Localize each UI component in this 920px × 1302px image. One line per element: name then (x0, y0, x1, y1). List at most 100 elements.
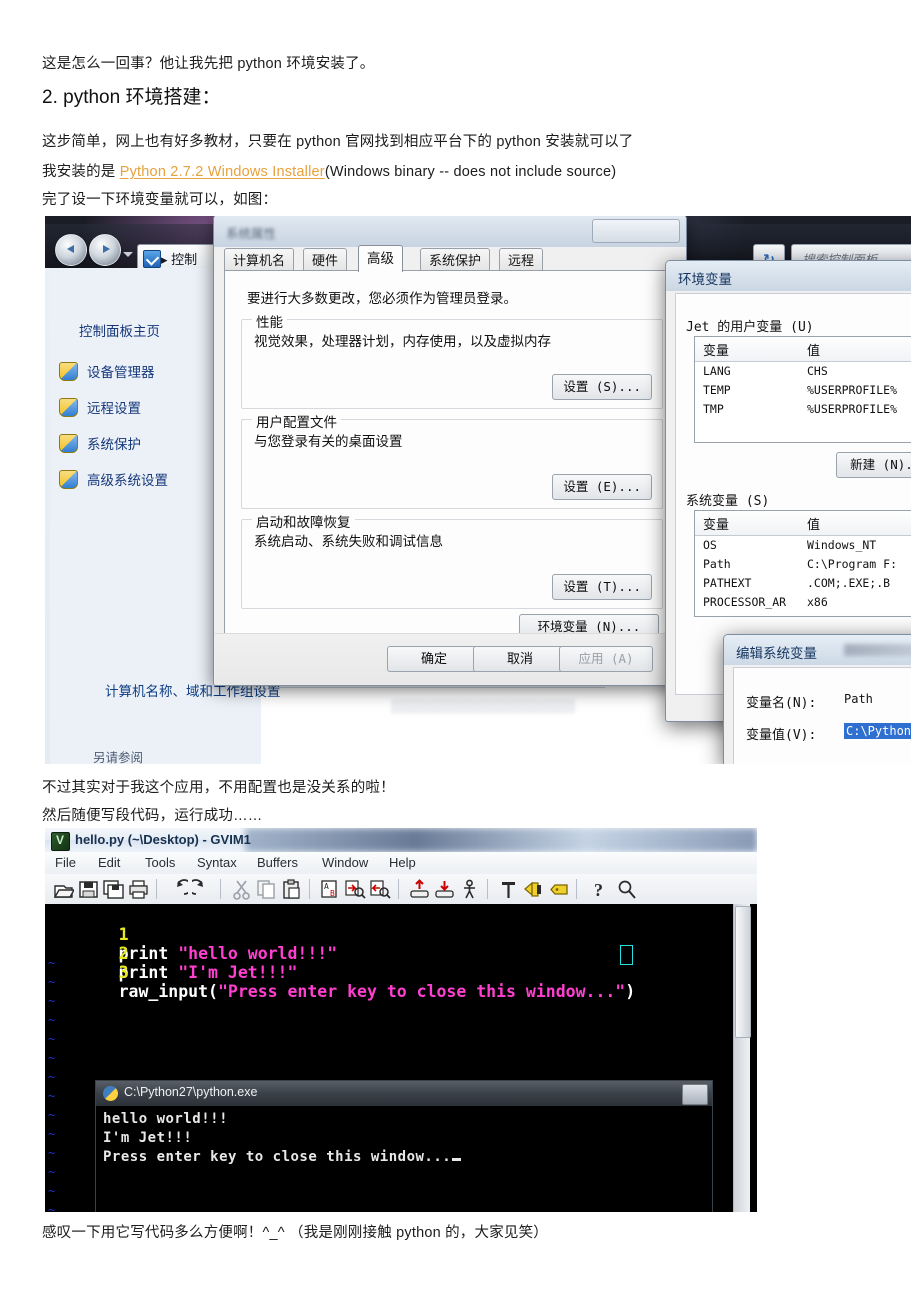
forward-arrow-icon (99, 243, 112, 256)
edit-dialog-titlebar[interactable]: 编辑系统变量 (724, 635, 911, 665)
sidebar-item-label: 远程设置 (87, 401, 141, 416)
performance-group: 性能 视觉效果，处理器计划，内存使用，以及虚拟内存 设置 (S)... (241, 311, 663, 409)
user-profiles-group: 用户配置文件 与您登录有关的桌面设置 设置 (E)... (241, 411, 663, 509)
copy-icon[interactable] (256, 879, 277, 900)
console-titlebar[interactable]: C:\Python27\python.exe (96, 1081, 712, 1106)
group-divider (275, 687, 605, 688)
system-properties-dialog: 系统属性 计算机名 硬件 高级 系统保护 远程 要进行大多数更改，您必须作为管理… (213, 216, 687, 686)
gvim-scrollbar-thumb[interactable] (735, 906, 751, 1038)
screenshot-gvim-console: hello.py (~\Desktop) - GVIM1 File Edit T… (45, 828, 757, 1212)
env-dialog-titlebar[interactable]: 环境变量 (666, 261, 911, 291)
forward-button[interactable] (89, 234, 121, 266)
tilde-marker: ~ (48, 1146, 56, 1160)
cut-icon[interactable] (231, 879, 252, 900)
menu-edit[interactable]: Edit (98, 855, 120, 870)
apply-button[interactable]: 应用 (A) (559, 646, 653, 672)
breadcrumb-label[interactable]: ▸ 控制 (161, 249, 197, 268)
column-value: 值 (807, 517, 821, 532)
ok-button[interactable]: 确定 (387, 646, 481, 672)
history-dropdown-icon[interactable] (123, 252, 133, 257)
undo-icon[interactable] (167, 879, 193, 900)
code-function: raw_input( (118, 982, 218, 1001)
variable-name: Path (703, 557, 731, 571)
save-all-icon[interactable] (103, 879, 124, 900)
gvim-titlebar[interactable]: hello.py (~\Desktop) - GVIM1 (45, 828, 757, 852)
variable-name: OS (703, 538, 717, 552)
jump-tag-icon[interactable] (548, 879, 569, 900)
find-replace-icon[interactable]: AB (320, 879, 341, 900)
back-button[interactable] (55, 234, 87, 266)
menu-help[interactable]: Help (389, 855, 416, 870)
table-row[interactable]: Path C:\Program F: (695, 555, 911, 574)
variable-name-field[interactable]: Path (844, 692, 873, 706)
redo-icon[interactable] (187, 879, 213, 900)
performance-group-desc: 视觉效果，处理器计划，内存使用，以及虚拟内存 (254, 334, 551, 349)
console-close-button[interactable] (682, 1084, 708, 1105)
table-row[interactable]: PATHEXT .COM;.EXE;.B (695, 574, 911, 593)
tab-computer-name[interactable]: 计算机名 (224, 248, 295, 272)
variable-value-field[interactable]: C:\Python27; (844, 723, 911, 739)
find-prev-icon[interactable] (370, 879, 391, 900)
window-controls[interactable] (592, 219, 680, 243)
tab-system-protection[interactable]: 系统保护 (420, 248, 491, 272)
tilde-marker: ~ (48, 1108, 56, 1122)
menu-window[interactable]: Window (322, 855, 368, 870)
user-variables-table[interactable]: 变量 值 LANG CHS TEMP %USERPROFILE% TMP %US… (694, 336, 911, 443)
new-user-variable-button[interactable]: 新建 (N)... (836, 452, 911, 478)
installer-prefix-text: 我安装的是 (42, 164, 120, 180)
paste-icon[interactable] (281, 879, 302, 900)
help-icon[interactable]: ? (589, 879, 610, 900)
startup-recovery-settings-button[interactable]: 设置 (T)... (552, 574, 652, 600)
variable-name: LANG (703, 364, 731, 378)
gvim-editor-area[interactable]: ~ ~ ~ ~ ~ ~ ~ ~ ~ ~ ~ ~ ~ ~ 1 print "hel… (45, 904, 757, 1212)
edit-dialog-pane: 变量名(N): Path 变量值(V): C:\Python27; (733, 667, 911, 764)
cancel-button[interactable]: 取消 (473, 646, 567, 672)
table-row[interactable]: TMP %USERPROFILE% (695, 400, 911, 419)
menu-syntax[interactable]: Syntax (197, 855, 237, 870)
menu-file[interactable]: File (55, 855, 76, 870)
system-variables-table[interactable]: 变量 值 OS Windows_NT Path C:\Program F: PA… (694, 510, 911, 617)
user-profiles-settings-button[interactable]: 设置 (E)... (552, 474, 652, 500)
performance-settings-button[interactable]: 设置 (S)... (552, 374, 652, 400)
print-icon[interactable] (128, 879, 149, 900)
startup-recovery-group-label: 启动和故障恢复 (252, 511, 355, 531)
table-row[interactable]: LANG CHS (695, 362, 911, 381)
find-help-icon[interactable] (616, 879, 637, 900)
gvim-scrollbar[interactable] (733, 904, 751, 1212)
run-script-icon[interactable] (459, 879, 480, 900)
python-console-window: C:\Python27\python.exe hello world!!! I'… (95, 1080, 713, 1212)
toolbar-separator (309, 879, 310, 899)
tab-advanced[interactable]: 高级 (358, 245, 403, 272)
build-tags-icon[interactable] (523, 879, 544, 900)
sidebar-item-label: 系统保护 (87, 437, 141, 452)
python-installer-link[interactable]: Python 2.7.2 Windows Installer (120, 164, 325, 180)
tilde-marker: ~ (48, 1051, 56, 1065)
table-row[interactable]: OS Windows_NT (695, 536, 911, 555)
sidebar-item-home[interactable]: 控制面板主页 (79, 320, 160, 340)
open-icon[interactable] (53, 879, 76, 900)
table-header: 变量 值 (695, 511, 911, 536)
table-row[interactable]: TEMP %USERPROFILE% (695, 381, 911, 400)
tab-remote[interactable]: 远程 (499, 248, 544, 272)
env-dialog-title: 环境变量 (678, 272, 732, 287)
save-icon[interactable] (78, 879, 99, 900)
python-icon (103, 1086, 118, 1101)
variable-value: x86 (807, 595, 828, 609)
tab-hardware[interactable]: 硬件 (303, 248, 348, 272)
variable-name: PATHEXT (703, 576, 752, 590)
menu-tools[interactable]: Tools (145, 855, 175, 870)
variable-value: .COM;.EXE;.B (807, 576, 891, 590)
save-session-icon[interactable] (434, 879, 455, 900)
tilde-marker: ~ (48, 1127, 56, 1141)
blurred-titlebar-region (245, 828, 757, 852)
find-next-icon[interactable] (345, 879, 366, 900)
table-row[interactable]: PROCESSOR_AR x86 (695, 593, 911, 612)
system-properties-titlebar[interactable]: 系统属性 (214, 216, 686, 247)
user-profiles-group-label: 用户配置文件 (252, 411, 341, 431)
code-paren: ) (625, 982, 636, 1001)
make-icon[interactable] (498, 879, 519, 900)
shield-icon (59, 469, 78, 489)
variable-name: PROCESSOR_AR (703, 595, 787, 609)
menu-buffers[interactable]: Buffers (257, 855, 298, 870)
load-session-icon[interactable] (409, 879, 430, 900)
